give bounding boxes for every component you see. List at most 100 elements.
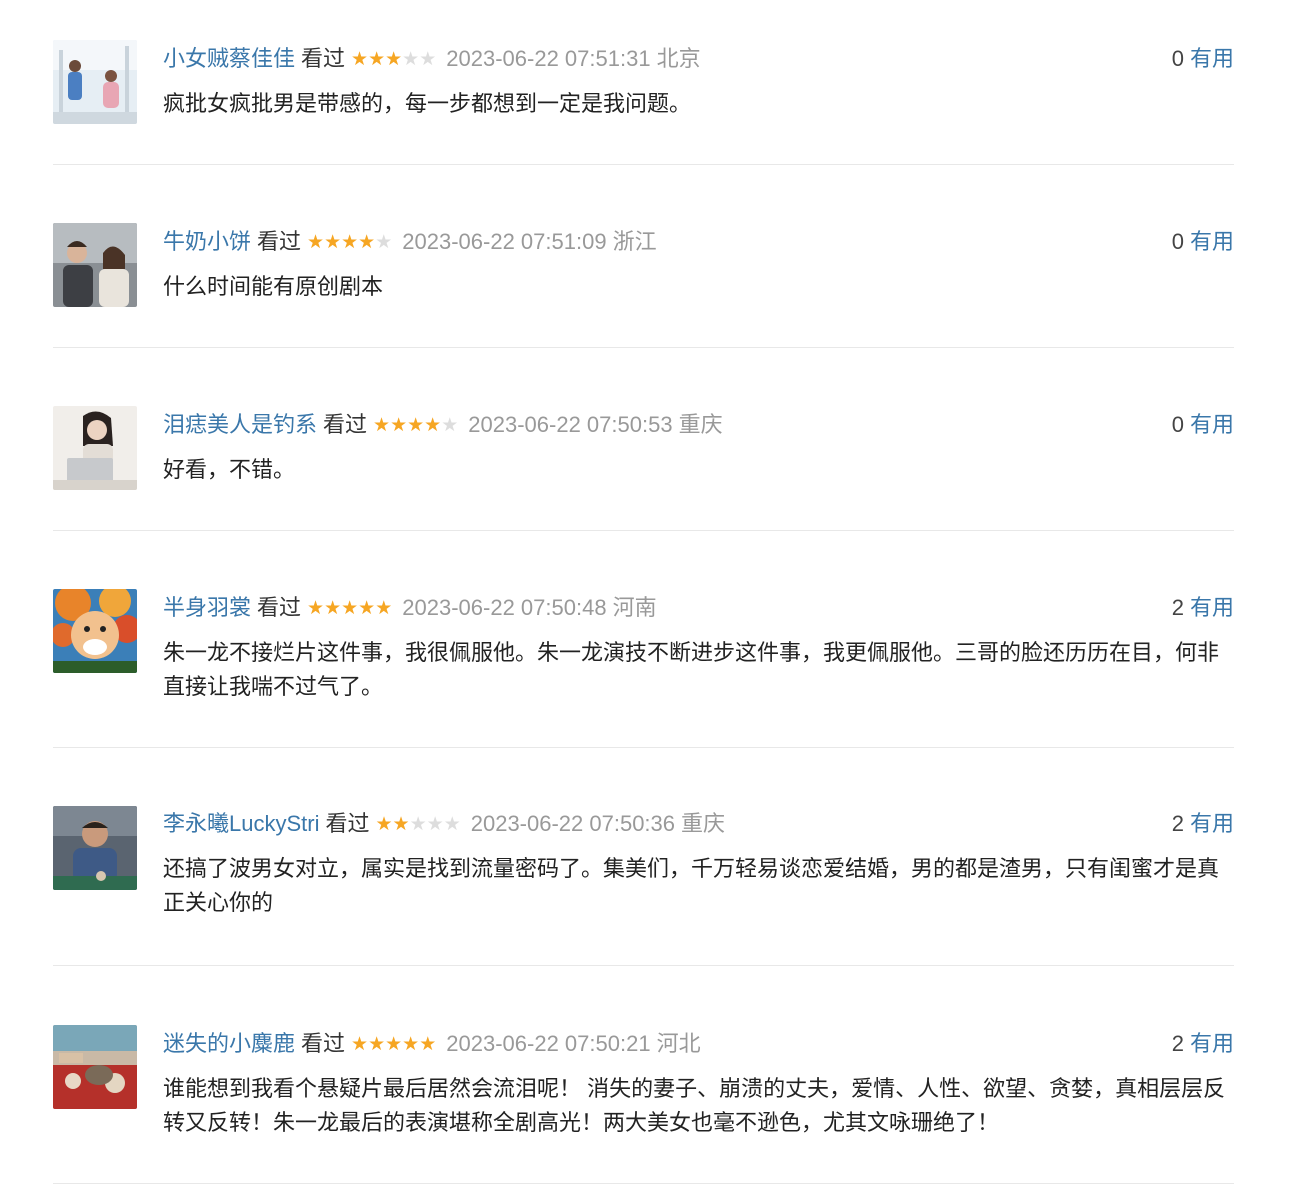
star-icon: ★: [402, 1034, 420, 1055]
avatar[interactable]: [53, 589, 137, 673]
vote-count: 2: [1171, 1031, 1184, 1056]
useful-button[interactable]: 有用: [1190, 811, 1234, 836]
star-icon: ★: [402, 49, 420, 70]
comment-text: 朱一龙不接烂片这件事，我很佩服他。朱一龙演技不断进步这件事，我更佩服他。三哥的脸…: [163, 640, 1220, 699]
star-icon: ★: [351, 1034, 369, 1055]
star-icon: ★: [341, 598, 359, 619]
avatar[interactable]: [53, 223, 137, 307]
avatar-image: [53, 1025, 137, 1109]
rating-stars: ★★★★★: [307, 225, 392, 261]
watched-label: 看过: [323, 412, 368, 437]
comment-item: 李永曦LuckyStri 看过 ★★★★★ 2023-06-22 07:50:36 重庆…: [53, 748, 1234, 966]
star-icon: ★: [426, 814, 444, 835]
rating-stars: ★★★★★: [376, 807, 461, 843]
comment-text: 好看，不错。: [163, 457, 296, 482]
star-icon: ★: [307, 232, 325, 253]
comment-location: 河北: [656, 1031, 701, 1056]
star-icon: ★: [358, 598, 376, 619]
useful-button[interactable]: 有用: [1190, 412, 1234, 437]
useful-button[interactable]: 有用: [1190, 1031, 1234, 1056]
useful-button[interactable]: 有用: [1190, 229, 1234, 254]
username-link[interactable]: 半身羽裳: [163, 595, 251, 620]
star-icon: ★: [419, 1034, 437, 1055]
comment-time: 2023-06-22 07:50:48: [402, 595, 607, 620]
useful-votes: 0 有用: [1172, 41, 1234, 77]
comment-time: 2023-06-22 07:51:31: [446, 46, 651, 71]
star-icon: ★: [373, 415, 391, 436]
star-icon: ★: [375, 814, 393, 835]
comment-item: 迷失的小麋鹿 看过 ★★★★★ 2023-06-22 07:50:21 河北 2 有用 谁…: [53, 966, 1234, 1184]
comment-time: 2023-06-22 07:51:09: [402, 229, 607, 254]
avatar[interactable]: [53, 806, 137, 890]
comment-location: 重庆: [678, 412, 723, 437]
useful-button[interactable]: 有用: [1190, 46, 1234, 71]
vote-count: 0: [1171, 229, 1184, 254]
star-icon: ★: [385, 1034, 403, 1055]
username-link[interactable]: 泪痣美人是钓系: [163, 412, 317, 437]
star-icon: ★: [368, 1034, 386, 1055]
vote-count: 2: [1171, 595, 1184, 620]
avatar[interactable]: [53, 40, 137, 124]
comment-time: 2023-06-22 07:50:36: [470, 811, 676, 836]
avatar-image: [53, 40, 137, 124]
avatar-image: [53, 589, 137, 673]
username-link[interactable]: 迷失的小麋鹿: [163, 1031, 295, 1056]
watched-label: 看过: [325, 811, 370, 836]
star-icon: ★: [324, 598, 342, 619]
comment-location: 重庆: [681, 811, 726, 836]
comment-text: 什么时间能有原创剧本: [163, 274, 384, 299]
watched-label: 看过: [301, 46, 346, 71]
comment-item: 牛奶小饼 看过 ★★★★★ 2023-06-22 07:51:09 浙江 0 有用 什么时…: [53, 165, 1234, 348]
vote-count: 0: [1171, 46, 1184, 71]
watched-label: 看过: [257, 595, 302, 620]
useful-votes: 2 有用: [1172, 1026, 1234, 1062]
comment-text: 疯批女疯批男是带感的，每一步都想到一定是我问题。: [163, 91, 692, 116]
star-icon: ★: [307, 598, 325, 619]
comment-item: 泪痣美人是钓系 看过 ★★★★★ 2023-06-22 07:50:53 重庆 0 有用 …: [53, 348, 1234, 531]
comment-item: 小女贼蔡佳佳 看过 ★★★★★ 2023-06-22 07:51:31 北京 0 有用 疯…: [53, 0, 1234, 165]
star-icon: ★: [392, 814, 410, 835]
avatar-image: [53, 406, 137, 490]
star-icon: ★: [385, 49, 403, 70]
watched-label: 看过: [257, 229, 302, 254]
star-icon: ★: [390, 415, 408, 436]
useful-button[interactable]: 有用: [1190, 595, 1234, 620]
comment-list: 小女贼蔡佳佳 看过 ★★★★★ 2023-06-22 07:51:31 北京 0 有用 疯…: [53, 0, 1234, 1184]
comment-item: 半身羽裳 看过 ★★★★★ 2023-06-22 07:50:48 河南 2 有用 朱一龙…: [53, 531, 1234, 748]
useful-votes: 0 有用: [1172, 224, 1234, 260]
star-icon: ★: [368, 49, 386, 70]
star-icon: ★: [419, 49, 437, 70]
rating-stars: ★★★★★: [351, 1027, 436, 1063]
star-icon: ★: [341, 232, 359, 253]
avatar-image: [53, 223, 137, 307]
rating-stars: ★★★★★: [373, 408, 458, 444]
vote-count: 2: [1171, 811, 1184, 836]
comment-location: 河南: [612, 595, 657, 620]
rating-stars: ★★★★★: [307, 591, 392, 627]
star-icon: ★: [324, 232, 342, 253]
rating-stars: ★★★★★: [351, 42, 436, 78]
username-link[interactable]: 李永曦LuckyStri: [163, 811, 319, 836]
username-link[interactable]: 小女贼蔡佳佳: [163, 46, 295, 71]
username-link[interactable]: 牛奶小饼: [163, 229, 251, 254]
comment-text: 谁能想到我看个悬疑片最后居然会流泪呢！ 消失的妻子、崩溃的丈夫，爱情、人性、欲望…: [163, 1076, 1226, 1135]
star-icon: ★: [443, 814, 461, 835]
star-icon: ★: [375, 598, 393, 619]
watched-label: 看过: [301, 1031, 346, 1056]
comment-text: 还搞了波男女对立，属实是找到流量密码了。集美们，千万轻易谈恋爱结婚，男的都是渣男…: [163, 856, 1220, 915]
star-icon: ★: [358, 232, 376, 253]
useful-votes: 2 有用: [1172, 806, 1234, 842]
avatar[interactable]: [53, 406, 137, 490]
star-icon: ★: [351, 49, 369, 70]
star-icon: ★: [424, 415, 442, 436]
comment-time: 2023-06-22 07:50:21: [446, 1031, 651, 1056]
star-icon: ★: [407, 415, 425, 436]
star-icon: ★: [375, 232, 393, 253]
comment-location: 北京: [656, 46, 701, 71]
useful-votes: 2 有用: [1172, 590, 1234, 626]
vote-count: 0: [1171, 412, 1184, 437]
useful-votes: 0 有用: [1172, 407, 1234, 443]
comment-location: 浙江: [612, 229, 657, 254]
avatar[interactable]: [53, 1025, 137, 1109]
star-icon: ★: [409, 814, 427, 835]
